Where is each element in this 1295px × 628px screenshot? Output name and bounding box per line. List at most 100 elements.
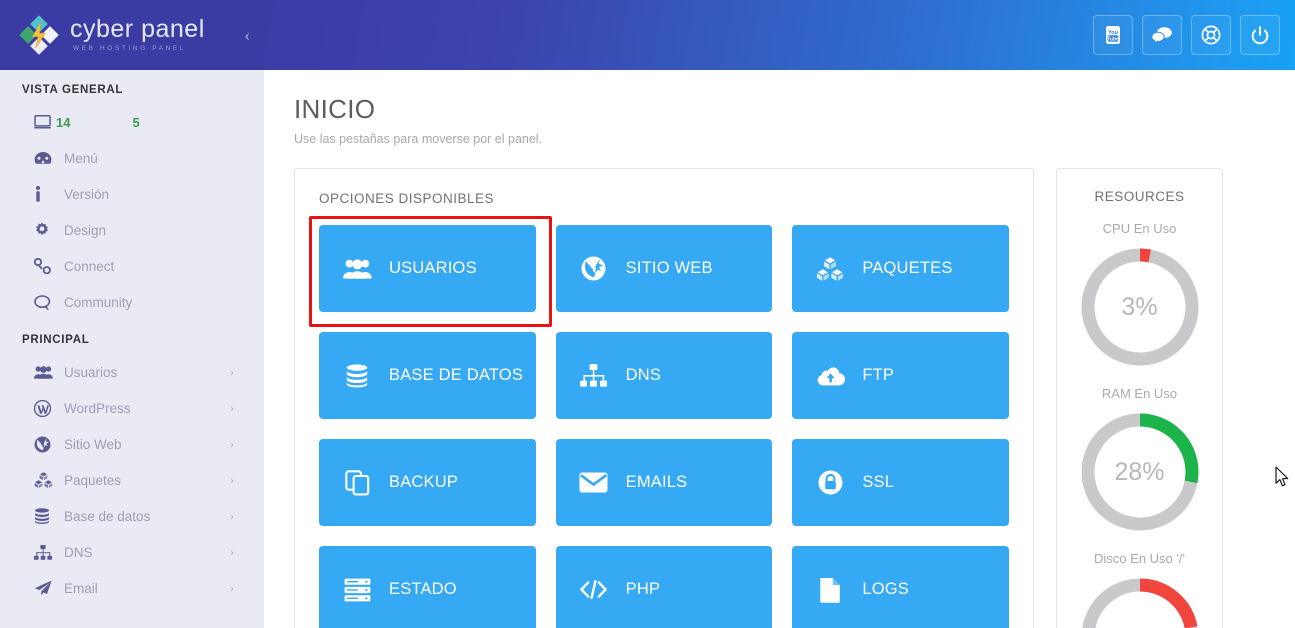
file-icon bbox=[814, 577, 846, 603]
svg-text:Tube: Tube bbox=[1107, 36, 1119, 42]
logout-button[interactable] bbox=[1240, 15, 1280, 55]
ram-gauge: 28% bbox=[1078, 410, 1202, 534]
users-icon bbox=[34, 365, 56, 379]
chevron-right-icon: › bbox=[230, 472, 234, 487]
sidebar-item-label: Menú bbox=[64, 150, 98, 166]
code-icon bbox=[578, 579, 610, 600]
sidebar-item-sitio-web[interactable]: Sitio Web › bbox=[0, 426, 264, 462]
wordpress-icon bbox=[34, 399, 56, 417]
sidebar-item-version[interactable]: Versión bbox=[0, 176, 264, 212]
info-icon bbox=[34, 186, 56, 202]
dashboard-icon bbox=[34, 151, 56, 165]
chevron-right-icon: › bbox=[230, 364, 234, 379]
lock-icon bbox=[814, 470, 846, 495]
tile-estado[interactable]: ESTADO bbox=[319, 546, 536, 628]
tile-label: BACKUP bbox=[389, 473, 459, 492]
sidebar-item-label: Email bbox=[64, 580, 98, 596]
tile-label: DNS bbox=[625, 366, 662, 385]
disk-gauge-label: Disco En Uso '/' bbox=[1094, 551, 1185, 566]
chevron-right-icon: › bbox=[230, 544, 234, 559]
sidebar-item-community[interactable]: Community bbox=[0, 284, 264, 320]
tile-label: EMAILS bbox=[625, 473, 688, 492]
youtube-button[interactable]: You Tube bbox=[1093, 15, 1133, 55]
sidebar: cyber panel WEB HOSTING PANEL ‹ VISTA GE… bbox=[0, 0, 264, 628]
ram-gauge-label: RAM En Uso bbox=[1101, 386, 1178, 401]
cpu-gauge-label: CPU En Uso bbox=[1102, 221, 1177, 236]
tile-paquetes[interactable]: PAQUETES bbox=[792, 225, 1009, 312]
tile-ssl[interactable]: SSL bbox=[792, 439, 1009, 526]
page-subtitle: Use las pestañas para moverse por el pan… bbox=[294, 132, 543, 146]
brand-header: cyber panel WEB HOSTING PANEL ‹ bbox=[0, 0, 264, 70]
page-header: INICIO Use las pestañas para moverse por… bbox=[264, 70, 1295, 146]
tile-label: SSL bbox=[862, 473, 895, 492]
tile-backup[interactable]: BACKUP bbox=[319, 439, 536, 526]
tile-label: BASE DE DATOS bbox=[389, 366, 524, 385]
globe-icon bbox=[34, 436, 56, 453]
tile-label: LOGS bbox=[862, 580, 909, 599]
sidebar-item-label: DNS bbox=[64, 544, 93, 560]
options-card: OPCIONES DISPONIBLES USUARIOS SITIO WEB … bbox=[294, 168, 1034, 628]
sidebar-item-label: Usuarios bbox=[64, 364, 118, 380]
support-button[interactable] bbox=[1191, 15, 1231, 55]
sitemap-icon bbox=[34, 544, 56, 560]
users-icon bbox=[341, 258, 373, 279]
chat-button[interactable] bbox=[1142, 15, 1182, 55]
link-icon bbox=[34, 258, 56, 274]
tile-logs[interactable]: LOGS bbox=[792, 546, 1009, 628]
sidebar-item-dns[interactable]: DNS › bbox=[0, 534, 264, 570]
database-icon bbox=[34, 508, 56, 524]
tile-label: ESTADO bbox=[389, 580, 457, 599]
envelope-icon bbox=[578, 472, 610, 493]
sidebar-item-usuarios[interactable]: Usuarios › bbox=[0, 354, 264, 390]
sidebar-item-menu[interactable]: Menú bbox=[0, 140, 264, 176]
cubes-icon bbox=[34, 472, 56, 488]
tile-sitio-web[interactable]: SITIO WEB bbox=[555, 225, 773, 312]
tile-base-de-datos[interactable]: BASE DE DATOS bbox=[319, 332, 536, 419]
page-title: INICIO bbox=[294, 94, 376, 124]
sidebar-item-label: Community bbox=[64, 294, 133, 310]
copy-icon bbox=[341, 469, 373, 496]
stat-websites-count: 14 bbox=[56, 114, 71, 130]
sidebar-item-label: Base de datos bbox=[64, 508, 151, 524]
database-icon bbox=[341, 363, 373, 388]
sidebar-item-wordpress[interactable]: WordPress › bbox=[0, 390, 264, 426]
chevron-left-icon[interactable]: ‹ bbox=[244, 27, 250, 44]
chevron-right-icon: › bbox=[230, 436, 234, 451]
cpu-gauge-value: 3% bbox=[1121, 292, 1158, 321]
tile-php[interactable]: PHP bbox=[555, 546, 773, 628]
tile-label: USUARIOS bbox=[389, 259, 477, 278]
tile-dns[interactable]: DNS bbox=[555, 332, 773, 419]
stat-users-count: 5 bbox=[132, 114, 140, 130]
options-tiles-grid: USUARIOS SITIO WEB PAQUETES BASE DE DATO… bbox=[309, 216, 1009, 628]
sidebar-item-design[interactable]: Design bbox=[0, 212, 264, 248]
disk-gauge bbox=[1078, 575, 1202, 628]
sidebar-item-connect[interactable]: Connect bbox=[0, 248, 264, 284]
tile-ftp[interactable]: FTP bbox=[792, 332, 1009, 419]
sidebar-item-email[interactable]: Email › bbox=[0, 570, 264, 606]
sidebar-item-base-de-datos[interactable]: Base de datos › bbox=[0, 498, 264, 534]
brand-name: cyber panel bbox=[70, 15, 205, 44]
cloud-up-icon bbox=[814, 365, 846, 386]
top-header: You Tube bbox=[264, 0, 1295, 70]
tile-label: PHP bbox=[625, 580, 661, 599]
sidebar-item-stats[interactable]: 14 5 bbox=[0, 104, 264, 140]
sidebar-item-label: Paquetes bbox=[64, 472, 122, 488]
cpu-gauge: 3% bbox=[1078, 245, 1202, 369]
ram-gauge-value: 28% bbox=[1114, 457, 1165, 486]
sitemap-icon bbox=[578, 364, 610, 387]
tile-label: SITIO WEB bbox=[625, 259, 713, 278]
sidebar-item-label: WordPress bbox=[64, 400, 131, 416]
tile-label: FTP bbox=[862, 366, 895, 385]
sidebar-item-label: Versión bbox=[64, 186, 110, 202]
tile-emails[interactable]: EMAILS bbox=[555, 439, 773, 526]
cyberpanel-logo-icon bbox=[18, 14, 60, 56]
sidebar-item-paquetes[interactable]: Paquetes › bbox=[0, 462, 264, 498]
comment-icon bbox=[34, 294, 56, 310]
main-content: INICIO Use las pestañas para moverse por… bbox=[264, 70, 1295, 628]
globe-icon bbox=[578, 256, 610, 281]
cyberpanel-app: cyber panel WEB HOSTING PANEL ‹ VISTA GE… bbox=[0, 0, 1295, 628]
tile-usuarios[interactable]: USUARIOS bbox=[309, 216, 552, 327]
server-icon bbox=[341, 578, 373, 602]
sidebar-section-vista-general: VISTA GENERAL bbox=[22, 84, 124, 96]
gear-icon bbox=[34, 222, 56, 238]
